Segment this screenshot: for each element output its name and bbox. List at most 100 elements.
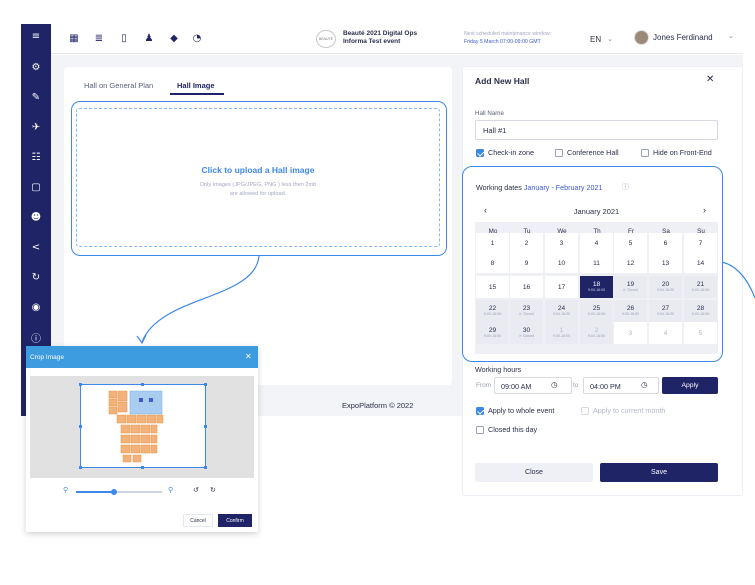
calendar-day[interactable]: 1 <box>476 233 509 253</box>
calendar-day[interactable]: 30 ✕ Closed <box>510 322 543 344</box>
save-button[interactable]: Save <box>600 463 718 482</box>
event-name[interactable]: Beauté 2021 Digital Ops Informa Test eve… <box>343 30 417 46</box>
crop-selection[interactable] <box>80 384 206 468</box>
clock-icon[interactable]: ◷ <box>641 380 648 389</box>
close-button[interactable]: Close <box>475 463 593 482</box>
zoom-in-icon[interactable]: ⚲ <box>168 486 173 494</box>
chevron-down-icon[interactable]: ⌄ <box>728 32 734 40</box>
conference-hall-checkbox[interactable]: Conference Hall <box>555 148 619 157</box>
database-icon[interactable]: ≣ <box>92 31 106 45</box>
crop-handle[interactable] <box>204 383 207 386</box>
calendar-day[interactable]: 23 ✕ Closed <box>510 300 543 322</box>
tab-hall-on-general-plan[interactable]: Hall on General Plan <box>84 81 153 90</box>
avatar[interactable] <box>634 30 649 45</box>
calendar-day[interactable]: 1 9:00-16:00 <box>545 322 578 344</box>
calendar-day[interactable]: 3 <box>614 322 647 344</box>
document-icon[interactable]: ▯ <box>117 31 131 45</box>
apply-whole-event-checkbox[interactable]: Apply to whole event <box>476 406 554 415</box>
hall-name-input[interactable]: Hall #1 <box>475 120 718 140</box>
sliders-icon[interactable]: ☷ <box>21 147 51 167</box>
briefcase-icon[interactable]: ▢ <box>21 177 51 197</box>
calendar-day[interactable]: 6 <box>649 233 682 253</box>
crop-handle[interactable] <box>79 383 82 386</box>
calendar-day[interactable]: 20 9:00-16:00 <box>649 276 682 298</box>
apply-button[interactable]: Apply <box>662 377 718 394</box>
share-icon[interactable]: < <box>21 237 51 257</box>
upload-dropzone[interactable] <box>76 108 440 247</box>
calendar-day[interactable]: 11 <box>580 253 613 273</box>
calendar-day[interactable]: 5 <box>614 233 647 253</box>
calendar-day[interactable]: 25 9:00-16:00 <box>580 300 613 322</box>
zoom-slider-knob[interactable] <box>110 489 117 495</box>
calendar-day[interactable]: 7 <box>684 233 717 253</box>
hall-name-label: Hall Name <box>475 110 504 117</box>
user-name[interactable]: Jones Ferdinand <box>653 33 713 42</box>
language-select[interactable]: EN ⌄ <box>586 31 622 47</box>
from-time-input[interactable]: 09:00 AM <box>494 377 572 394</box>
crop-handle[interactable] <box>141 383 144 386</box>
info-icon[interactable]: ⓘ <box>21 327 51 347</box>
eye-icon[interactable]: ◉ <box>21 297 51 317</box>
calendar-day[interactable]: 13 <box>649 253 682 273</box>
calendar-day[interactable]: 29 9:00-16:00 <box>476 322 509 344</box>
check-in-zone-checkbox[interactable]: Check-in zone <box>476 148 534 157</box>
people-icon[interactable]: ♟ <box>142 31 156 45</box>
crop-handle[interactable] <box>204 425 207 428</box>
info-icon[interactable]: ⓘ <box>622 182 629 192</box>
calendar-day[interactable]: 9 <box>510 253 543 273</box>
calendar-day[interactable]: 19 ✕ Closed <box>614 276 647 298</box>
calendar-day[interactable]: 27 9:00-16:00 <box>649 300 682 322</box>
calendar-day[interactable]: 14 <box>684 253 717 273</box>
closed-this-day-checkbox[interactable]: Closed this day <box>476 425 537 434</box>
crop-handle[interactable] <box>79 466 82 469</box>
upload-title[interactable]: Click to upload a Hall image <box>76 165 440 175</box>
calendar-day[interactable]: 21 9:00-16:00 <box>684 276 717 298</box>
edit-icon[interactable]: ✎ <box>21 87 51 107</box>
day-hours: 9:00-16:00 <box>621 312 640 316</box>
plane-icon[interactable]: ✈ <box>21 117 51 137</box>
hide-front-end-checkbox[interactable]: Hide on Front-End <box>641 148 712 157</box>
rotate-left-icon[interactable]: ↺ <box>193 486 199 494</box>
calendar-day[interactable]: 2 <box>510 233 543 253</box>
close-icon[interactable]: ✕ <box>706 74 714 85</box>
from-label: From <box>476 382 492 389</box>
crop-handle[interactable] <box>204 466 207 469</box>
users-icon[interactable]: ☻ <box>21 207 51 227</box>
calendar-day[interactable]: 4 <box>649 322 682 344</box>
speedometer-icon[interactable]: ◔ <box>190 31 204 45</box>
calendar-day[interactable]: 5 <box>684 322 717 344</box>
calendar-day[interactable]: 28 9:00-16:00 <box>684 300 717 322</box>
calendar-day[interactable]: 17 <box>545 276 578 298</box>
confirm-button[interactable]: Confirm <box>218 514 252 527</box>
zoom-out-icon[interactable]: ⚲ <box>63 486 68 494</box>
calendar-day[interactable]: 8 <box>476 253 509 273</box>
calendar-day[interactable]: 12 <box>614 253 647 273</box>
calendar-day[interactable]: 3 <box>545 233 578 253</box>
calendar-day[interactable]: 4 <box>580 233 613 253</box>
rotate-right-icon[interactable]: ↻ <box>210 486 216 494</box>
tag-icon[interactable]: ◆ <box>167 31 181 45</box>
calendar-day[interactable]: 16 <box>510 276 543 298</box>
calendar-next-icon[interactable]: › <box>703 205 706 215</box>
calendar-day[interactable]: 2 9:00-16:00 <box>580 322 613 344</box>
calendar-day[interactable]: 26 9:00-16:00 <box>614 300 647 322</box>
day-hours: 9:00-16:00 <box>552 334 571 338</box>
day-hours: 9:00-16:00 <box>691 312 710 316</box>
calendar-day-selected[interactable]: 18 9:00-16:00 <box>580 276 613 298</box>
refresh-icon[interactable]: ↻ <box>21 267 51 287</box>
gear-icon[interactable]: ⚙ <box>21 57 51 77</box>
calendar-day[interactable]: 15 <box>476 276 509 298</box>
close-icon[interactable]: ✕ <box>245 352 252 361</box>
menu-icon[interactable]: ≡ <box>21 26 51 46</box>
calendar-day[interactable]: 22 9:00-16:00 <box>476 300 509 322</box>
calendar-day[interactable]: 24 9:00-16:00 <box>545 300 578 322</box>
cancel-button[interactable]: Cancel <box>183 514 213 527</box>
crop-handle[interactable] <box>79 425 82 428</box>
clock-icon[interactable]: ◷ <box>551 380 558 389</box>
day-number: 2 <box>524 239 529 247</box>
calendar-day[interactable]: 10 <box>545 253 578 273</box>
apply-current-month-checkbox[interactable]: Apply to current month <box>581 406 665 415</box>
calendar-icon[interactable]: ▦ <box>67 31 81 45</box>
crop-handle[interactable] <box>141 466 144 469</box>
tab-hall-image[interactable]: Hall Image <box>177 81 215 90</box>
